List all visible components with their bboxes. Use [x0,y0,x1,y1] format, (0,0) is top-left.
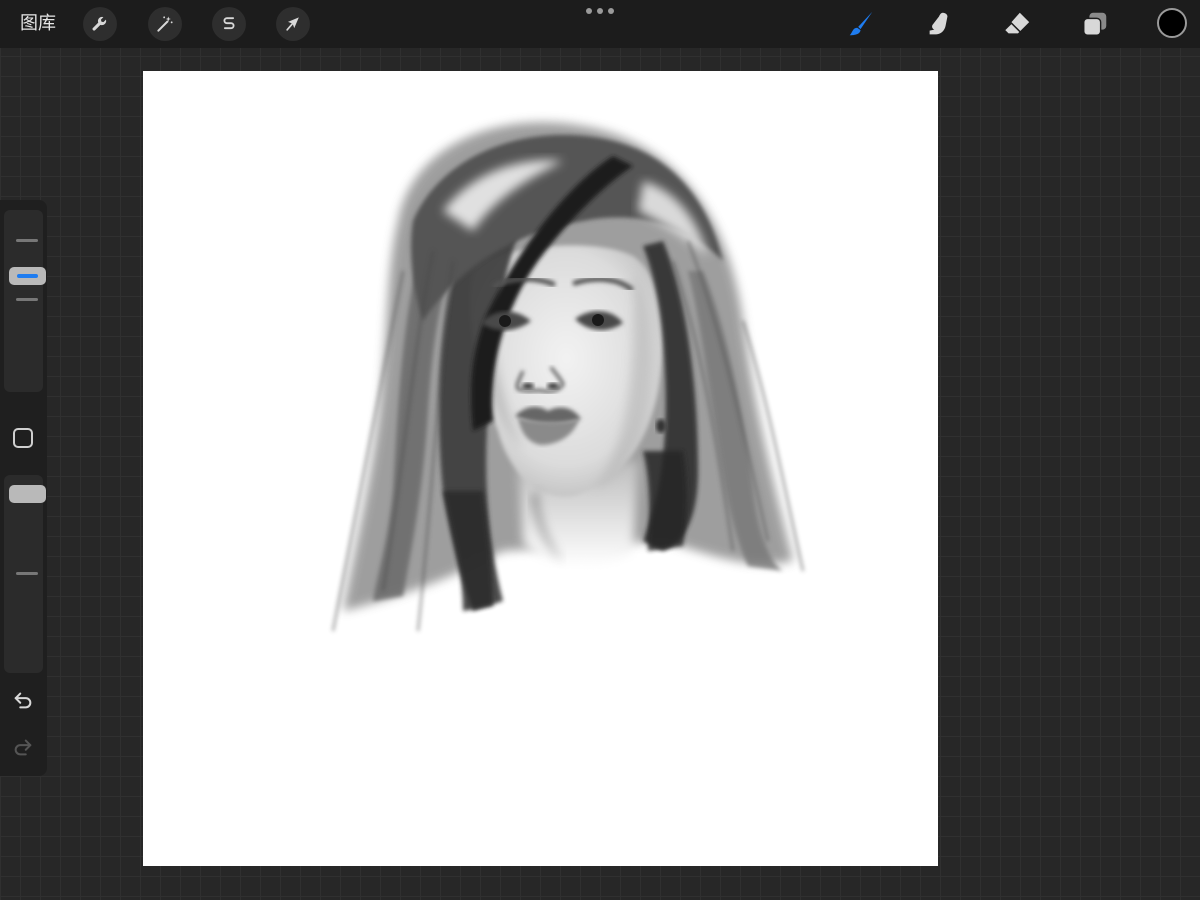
undo-arrow-icon [14,692,32,709]
adjustments-button[interactable] [148,7,182,41]
left-sidebar [0,200,47,776]
redo-button[interactable] [10,734,36,760]
selection-button[interactable] [212,7,246,41]
brush-opacity-thumb[interactable] [9,485,46,503]
undo-button[interactable] [10,687,36,713]
brush-tool-button[interactable] [845,8,877,40]
top-toolbar: 图库 [0,0,1200,48]
transform-button[interactable] [276,7,310,41]
arrow-cursor-icon [286,17,299,31]
square-modify-icon[interactable] [13,428,33,448]
smudge-tool-button[interactable] [923,8,955,40]
selection-s-icon [223,17,235,30]
layers-tool-button[interactable] [1079,8,1111,40]
magic-wand-icon [157,16,173,32]
wrench-icon [92,16,107,31]
actions-button[interactable] [83,7,117,41]
slider-tick [16,298,38,301]
layers-icon [1083,12,1107,36]
more-dots-icon[interactable] [586,4,614,18]
brush-icon [849,11,873,36]
color-picker-button[interactable] [1157,8,1187,38]
gallery-button[interactable]: 图库 [20,12,56,36]
brush-opacity-slider[interactable] [4,475,46,673]
drawing-canvas[interactable] [143,71,938,866]
redo-arrow-icon [14,739,32,756]
portrait-sketch [332,122,804,632]
slider-tick [16,239,38,242]
eraser-icon [1004,12,1030,34]
brush-size-thumb[interactable] [9,267,46,286]
smudge-finger-icon [929,12,948,35]
slider-tick [16,572,38,575]
brush-size-slider[interactable] [4,210,46,392]
eraser-tool-button[interactable] [1001,8,1033,40]
